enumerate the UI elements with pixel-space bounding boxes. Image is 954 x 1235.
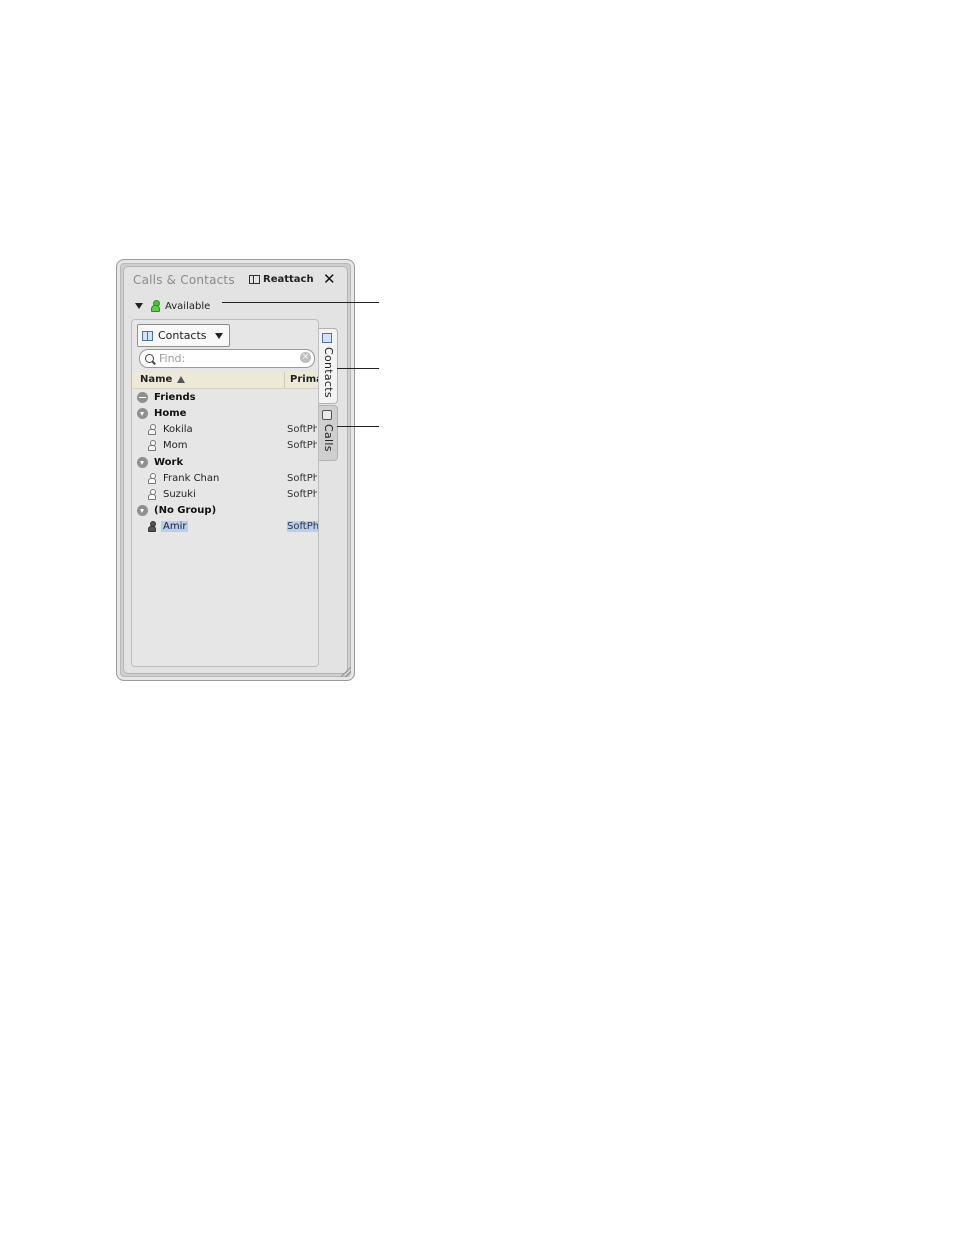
group-row-work[interactable]: Work bbox=[132, 454, 318, 470]
contact-name: Frank Chan bbox=[163, 472, 220, 484]
contact-row[interactable]: Frank Chan SoftPh bbox=[132, 470, 318, 486]
reattach-icon bbox=[249, 275, 260, 284]
contact-row[interactable]: Suzuki SoftPh bbox=[132, 486, 318, 502]
column-name-label: Name bbox=[140, 374, 173, 385]
contact-name: Suzuki bbox=[163, 488, 196, 500]
resize-grip[interactable] bbox=[341, 667, 351, 677]
column-divider[interactable] bbox=[284, 372, 285, 388]
callout-line-calls-tab bbox=[337, 426, 379, 427]
contact-primary: SoftPh bbox=[287, 520, 318, 532]
address-book-icon bbox=[322, 333, 332, 343]
contact-primary: SoftPh bbox=[287, 423, 317, 435]
phone-icon bbox=[322, 410, 332, 420]
contact-primary: SoftPh bbox=[287, 472, 317, 484]
contact-person-icon bbox=[148, 423, 156, 435]
tab-calls-label: Calls bbox=[322, 424, 335, 452]
group-label: Work bbox=[154, 456, 184, 468]
search-input[interactable] bbox=[159, 352, 289, 365]
contact-person-icon bbox=[148, 520, 156, 532]
contact-name: Amir bbox=[161, 520, 189, 532]
title-bar: Calls & Contacts Reattach ✕ bbox=[127, 270, 337, 290]
sort-ascending-icon bbox=[177, 376, 186, 383]
contact-person-icon bbox=[148, 439, 156, 451]
view-dropdown-value: Contacts bbox=[158, 329, 207, 342]
presence-status-label: Available bbox=[165, 300, 211, 312]
callout-line-contacts-tab bbox=[337, 368, 379, 369]
address-book-icon bbox=[142, 330, 153, 341]
contacts-panel: Contacts × Name Prima Friends bbox=[131, 319, 319, 667]
expand-group-icon[interactable] bbox=[137, 504, 148, 516]
contact-primary: SoftPh bbox=[287, 488, 317, 500]
contact-name: Mom bbox=[163, 439, 188, 451]
search-field[interactable]: × bbox=[139, 349, 315, 368]
group-row-home[interactable]: Home bbox=[132, 405, 318, 421]
group-row-no-group[interactable]: (No Group) bbox=[132, 502, 318, 518]
chevron-down-icon bbox=[215, 333, 223, 339]
tab-contacts-label: Contacts bbox=[322, 347, 335, 398]
group-row-friends[interactable]: Friends bbox=[132, 389, 318, 405]
tab-contacts[interactable]: Contacts bbox=[319, 328, 338, 404]
group-label: (No Group) bbox=[154, 504, 217, 516]
contact-person-icon bbox=[148, 472, 156, 484]
disclosure-triangle-icon[interactable] bbox=[135, 303, 143, 309]
presence-selector[interactable]: Available bbox=[135, 298, 210, 314]
contact-primary: SoftPh bbox=[287, 439, 317, 451]
column-header-name[interactable]: Name bbox=[140, 374, 186, 385]
group-label: Friends bbox=[154, 391, 196, 403]
contact-person-icon bbox=[148, 488, 156, 500]
contact-row[interactable]: Mom SoftPh bbox=[132, 437, 318, 453]
view-dropdown[interactable]: Contacts bbox=[137, 324, 230, 347]
calls-contacts-window: Calls & Contacts Reattach ✕ Available Co… bbox=[116, 259, 355, 681]
callout-line-presence bbox=[222, 302, 379, 303]
tab-calls[interactable]: Calls bbox=[319, 405, 338, 461]
reattach-label: Reattach bbox=[263, 274, 314, 285]
reattach-button[interactable]: Reattach bbox=[249, 274, 314, 285]
column-header: Name Prima bbox=[132, 372, 318, 389]
column-header-primary[interactable]: Prima bbox=[290, 374, 318, 385]
close-button[interactable]: ✕ bbox=[323, 270, 336, 288]
contact-name: Kokila bbox=[163, 423, 193, 435]
contact-row[interactable]: Kokila SoftPh bbox=[132, 421, 318, 437]
collapse-group-icon[interactable] bbox=[137, 391, 148, 403]
contact-row-selected[interactable]: Amir SoftPh bbox=[132, 518, 318, 534]
window-title: Calls & Contacts bbox=[133, 273, 235, 287]
group-label: Home bbox=[154, 407, 187, 419]
expand-group-icon[interactable] bbox=[137, 407, 148, 419]
search-icon bbox=[145, 354, 154, 363]
expand-group-icon[interactable] bbox=[137, 456, 148, 468]
available-status-icon bbox=[151, 300, 160, 312]
clear-search-icon[interactable]: × bbox=[300, 352, 311, 363]
